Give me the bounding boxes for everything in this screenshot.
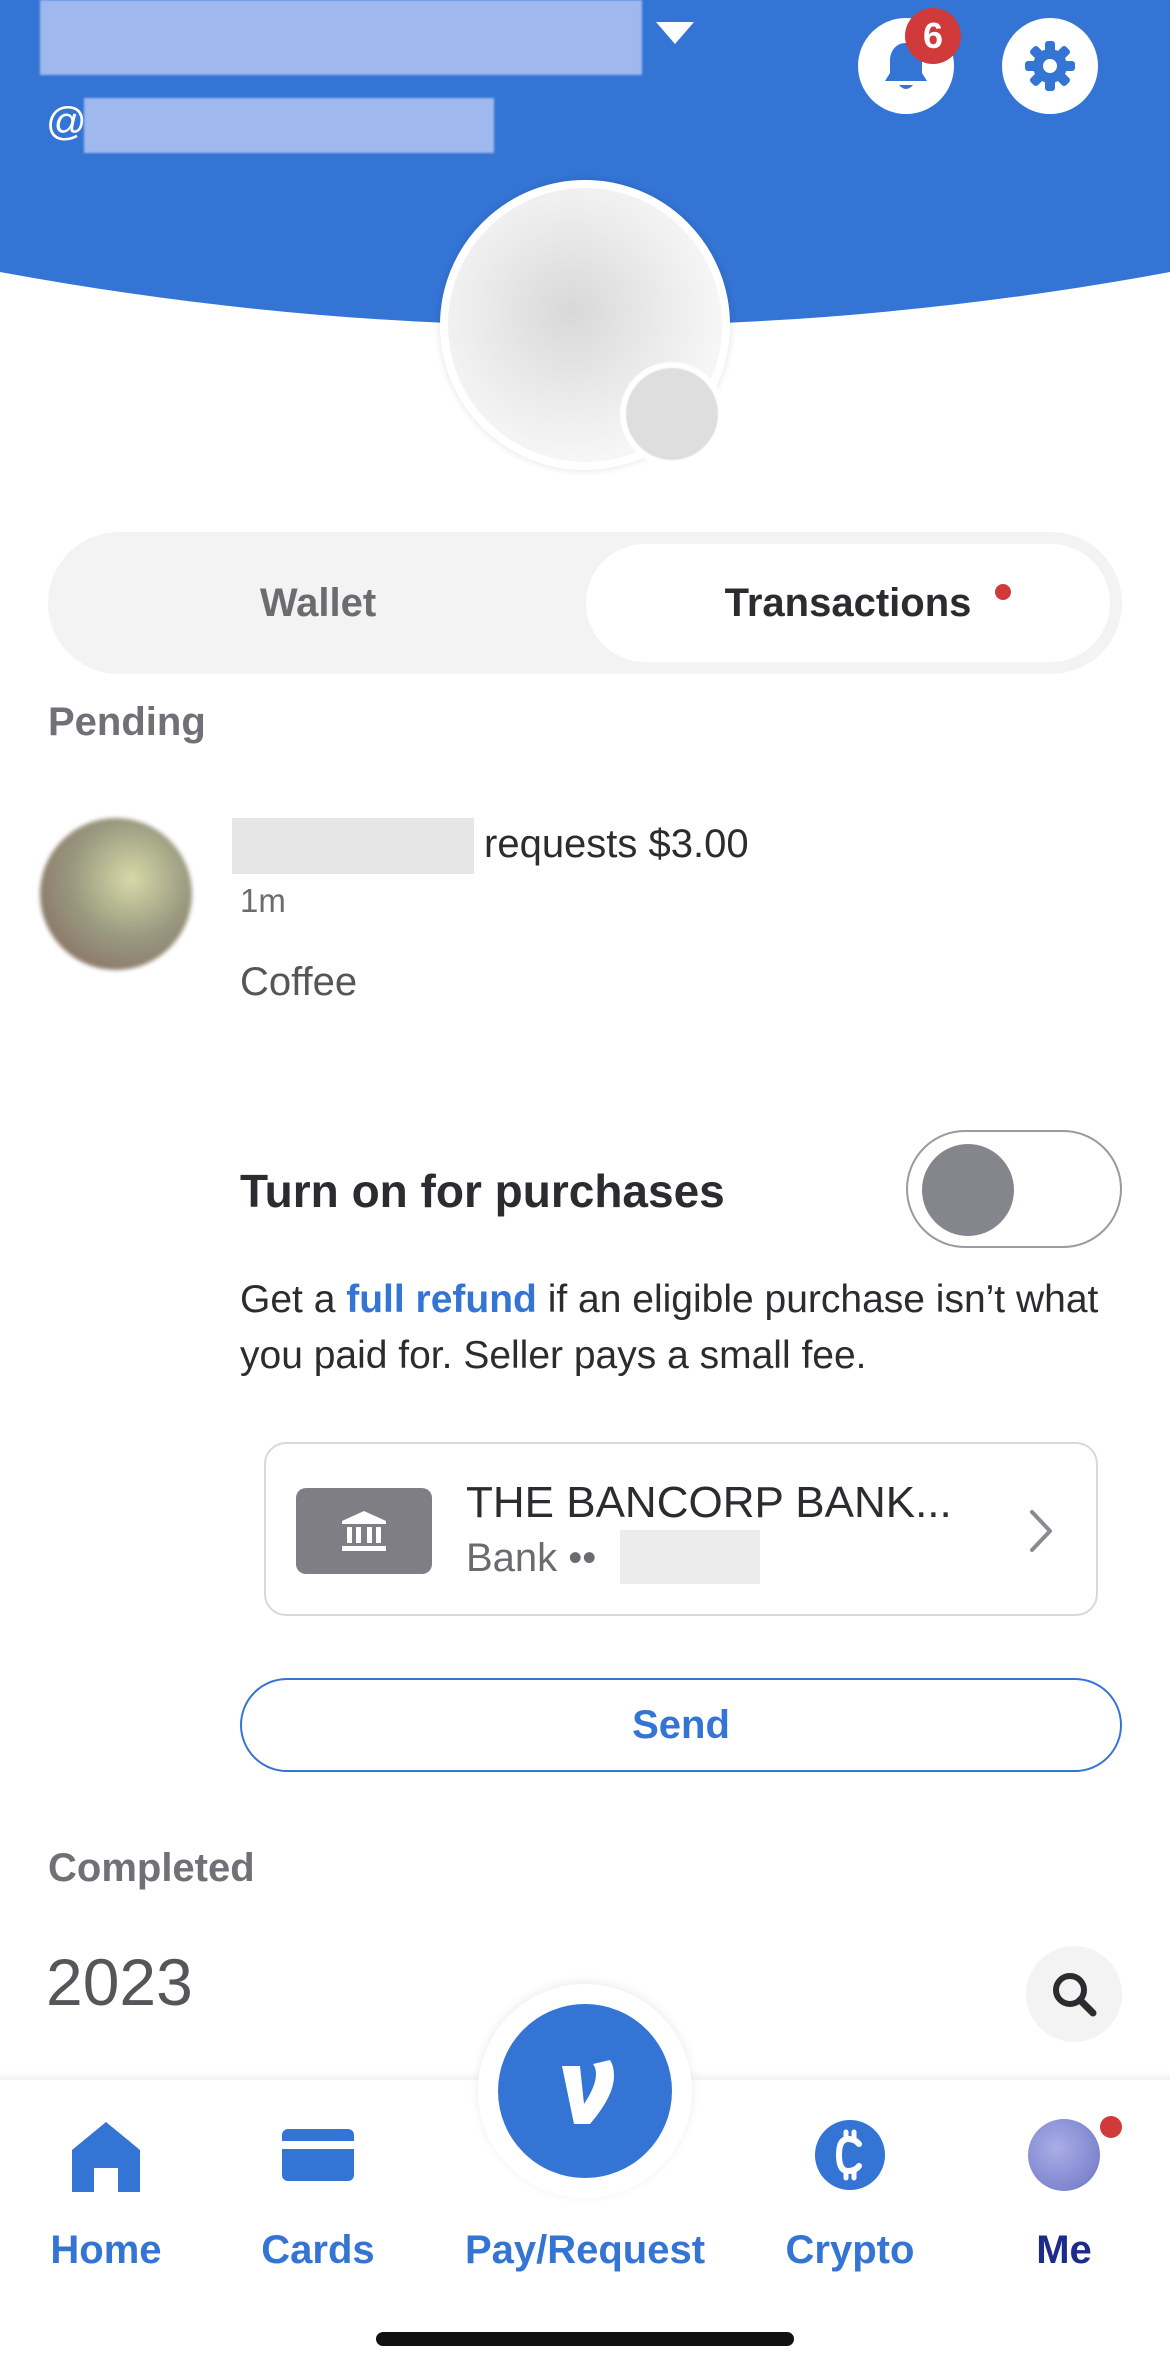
nav-home[interactable]: Home (6, 2110, 206, 2273)
nav-cards-label: Cards (261, 2228, 375, 2272)
payment-method-selector[interactable]: THE BANCORP BANK... Bank •• (264, 1442, 1098, 1616)
wallet-transactions-toggle: Wallet Transactions (48, 532, 1122, 674)
bank-account-number-redacted (620, 1530, 760, 1584)
search-button[interactable] (1026, 1946, 1122, 2042)
request-amount-text: requests $3.00 (484, 822, 749, 866)
send-button[interactable]: Send (240, 1678, 1122, 1772)
purchase-protection-description: Get a full refund if an eligible purchas… (240, 1272, 1120, 1384)
home-indicator[interactable] (376, 2332, 794, 2346)
gear-icon (1025, 41, 1075, 91)
chevron-down-icon[interactable] (656, 22, 694, 44)
bank-type-label: Bank •• (466, 1536, 597, 1580)
bank-icon (342, 1511, 386, 1551)
full-refund-link[interactable]: full refund (346, 1278, 537, 1321)
refund-desc-prefix: Get a (240, 1278, 347, 1321)
notification-badge: 6 (905, 8, 961, 64)
profile-secondary-avatar (620, 362, 724, 466)
toggle-knob (922, 1144, 1014, 1236)
home-icon (72, 2122, 140, 2192)
tab-wallet[interactable]: Wallet (48, 532, 588, 674)
year-heading: 2023 (46, 1945, 193, 2019)
chevron-right-icon (1030, 1510, 1052, 1552)
purchase-protection-title: Turn on for purchases (240, 1165, 725, 1217)
nav-pay-request[interactable]: Pay/Request (465, 2110, 705, 2273)
nav-crypto[interactable]: Crypto (750, 2110, 950, 2273)
avatar (1028, 2119, 1100, 2191)
nav-pay-request-label: Pay/Request (464, 2228, 706, 2272)
settings-button[interactable] (1002, 18, 1098, 114)
requester-avatar[interactable] (40, 818, 192, 970)
transactions-unread-dot (995, 584, 1011, 600)
request-note: Coffee (240, 960, 358, 1004)
bank-name: THE BANCORP BANK... (466, 1478, 952, 1527)
requester-name-redacted[interactable] (232, 818, 474, 874)
nav-crypto-label: Crypto (785, 2228, 915, 2272)
nav-me[interactable]: Me (964, 2110, 1164, 2273)
account-name-redacted[interactable] (40, 0, 642, 75)
search-icon (1053, 1973, 1097, 2017)
nav-cards[interactable]: Cards (218, 2110, 418, 2273)
username-redacted (84, 98, 494, 153)
purchase-protection-toggle[interactable] (906, 1130, 1122, 1248)
handle-prefix: @ (46, 100, 87, 144)
bank-icon-container (296, 1488, 432, 1574)
me-notification-dot (1100, 2116, 1122, 2138)
completed-section-label: Completed (48, 1846, 255, 1890)
nav-home-label: Home (50, 2228, 162, 2272)
nav-me-label: Me (1036, 2228, 1092, 2272)
crypto-icon (815, 2120, 885, 2190)
tab-transactions[interactable]: Transactions (586, 544, 1110, 662)
request-time: 1m (240, 882, 286, 919)
pending-section-label: Pending (48, 700, 206, 744)
card-icon (282, 2129, 354, 2181)
